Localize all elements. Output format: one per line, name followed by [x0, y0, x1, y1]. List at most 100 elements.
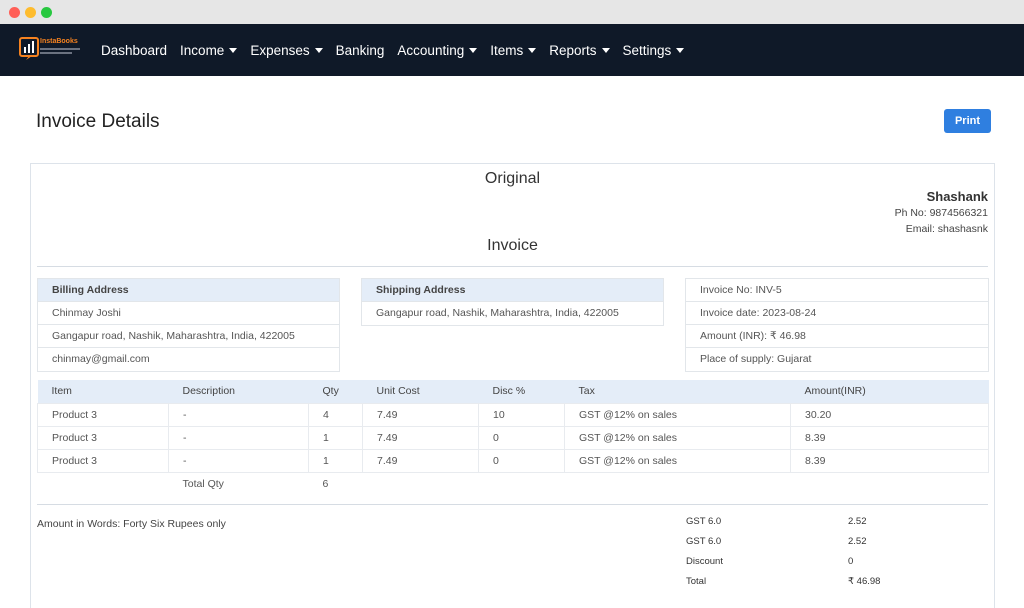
cell-discount: 0: [478, 448, 565, 473]
nav-item-income[interactable]: Income: [180, 42, 238, 58]
amount-in-words: Amount in Words: Forty Six Rupees only: [37, 518, 226, 530]
billing-address: Gangapur road, Nashik, Maharashtra, Indi…: [38, 325, 339, 348]
summary-label: GST 6.0: [686, 536, 722, 547]
cell-tax: GST @12% on sales: [564, 425, 791, 450]
total-qty-row: Total Qty 6: [38, 472, 989, 495]
nav-item-dashboard[interactable]: Dashboard: [101, 43, 167, 58]
divider: [37, 504, 988, 505]
cell-item: Product 3: [37, 425, 169, 450]
nav-item-accounting[interactable]: Accounting: [397, 42, 478, 58]
invoice-amount: Amount (INR): ₹ 46.98: [686, 325, 988, 348]
summary-label: Discount: [686, 556, 723, 567]
place-of-supply: Place of supply: Gujarat: [700, 353, 812, 365]
table-row: Product 3 - 1 7.49 0 GST @12% on sales 8…: [37, 425, 989, 450]
cell-description: -: [168, 402, 309, 427]
caret-down-icon: [676, 47, 685, 53]
print-button[interactable]: Print: [944, 109, 991, 133]
invoice-items-table: Item Description Qty Unit Cost Disc % Ta…: [37, 380, 989, 495]
summary-row-discount: Discount 0: [686, 556, 986, 576]
billing-email: chinmay@gmail.com: [52, 353, 150, 365]
logo-tagline-line2: [40, 52, 72, 54]
nav-item-label: Reports: [549, 42, 597, 58]
cell-unit-cost: 7.49: [362, 402, 479, 427]
shipping-address: Gangapur road, Nashik, Maharashtra, Indi…: [376, 307, 619, 319]
table-row: Product 3 - 4 7.49 10 GST @12% on sales …: [37, 402, 989, 427]
caret-down-icon: [314, 47, 323, 53]
billing-address-box: Billing Address Chinmay Joshi Gangapur r…: [37, 278, 340, 372]
column-header-tax: Tax: [564, 380, 791, 403]
cell-qty: 1: [308, 448, 363, 473]
divider: [37, 266, 988, 267]
shipping-address-heading: Shipping Address: [362, 279, 663, 302]
shipping-address-box: Shipping Address Gangapur road, Nashik, …: [361, 278, 664, 326]
company-email: Email: shashasnk: [905, 223, 988, 235]
column-header-item: Item: [37, 380, 169, 403]
summary-value: ₹ 46.98: [848, 576, 881, 587]
caret-down-icon: [528, 47, 537, 53]
invoice-date: Invoice date: 2023-08-24: [686, 302, 988, 325]
minimize-window-icon[interactable]: [25, 7, 36, 18]
caret-down-icon: [229, 47, 238, 53]
summary-row-gst-1: GST 6.0 2.52: [686, 516, 986, 536]
nav-item-expenses[interactable]: Expenses: [250, 42, 323, 58]
cell-amount: 8.39: [790, 448, 989, 473]
summary-label: Total: [686, 576, 707, 587]
close-window-icon[interactable]: [9, 7, 20, 18]
invoice-title: Invoice: [487, 237, 538, 254]
invoice-meta-box: Invoice No: INV-5 Invoice date: 2023-08-…: [685, 278, 989, 372]
summary-value: 2.52: [848, 536, 867, 547]
cell-item: Product 3: [37, 402, 169, 427]
invoice-card: Original Shashank Ph No: 9874566321 Emai…: [30, 163, 995, 608]
cell-discount: 10: [478, 402, 565, 427]
nav-item-banking[interactable]: Banking: [336, 43, 385, 58]
cell-amount: 30.20: [790, 402, 989, 427]
nav-menu: Dashboard Income Expenses Banking Accoun…: [101, 24, 697, 76]
billing-name: Chinmay Joshi: [38, 302, 339, 325]
cell-unit-cost: 7.49: [362, 448, 479, 473]
total-qty-label: Total Qty: [182, 477, 224, 490]
logo-chart-icon: [19, 37, 39, 60]
maximize-window-icon[interactable]: [41, 7, 52, 18]
summary-value: 2.52: [848, 516, 867, 527]
billing-address-heading: Billing Address: [38, 279, 339, 302]
cell-tax: GST @12% on sales: [564, 448, 791, 473]
nav-item-label: Banking: [335, 42, 385, 58]
copy-label: Original: [484, 170, 541, 187]
nav-item-label: Expenses: [250, 42, 310, 58]
table-row: Product 3 - 1 7.49 0 GST @12% on sales 8…: [37, 448, 989, 473]
cell-qty: 1: [308, 425, 363, 450]
nav-item-label: Income: [180, 42, 225, 58]
nav-item-settings[interactable]: Settings: [623, 43, 685, 58]
cell-discount: 0: [478, 425, 565, 450]
company-name: Shashank: [926, 189, 988, 204]
cell-qty: 4: [308, 402, 363, 427]
column-header-qty: Qty: [308, 380, 363, 403]
logo-tagline: [40, 48, 80, 50]
nav-item-items[interactable]: Items: [490, 42, 537, 58]
caret-down-icon: [469, 47, 478, 53]
nav-item-label: Dashboard: [101, 42, 168, 58]
cell-description: -: [168, 425, 309, 450]
column-header-discount: Disc %: [478, 380, 565, 403]
invoice-number: Invoice No: INV-5: [686, 279, 988, 302]
summary-value: 0: [848, 556, 854, 567]
summary-row-gst-2: GST 6.0 2.52: [686, 536, 986, 556]
caret-down-icon: [601, 47, 610, 53]
nav-item-reports[interactable]: Reports: [549, 42, 610, 58]
total-qty-value: 6: [322, 477, 329, 490]
app-logo[interactable]: InstaBooks: [19, 34, 83, 66]
column-header-description: Description: [168, 380, 309, 403]
cell-item: Product 3: [37, 448, 169, 473]
cell-description: -: [168, 448, 309, 473]
cell-tax: GST @12% on sales: [564, 402, 791, 427]
nav-item-label: Items: [490, 42, 524, 58]
cell-unit-cost: 7.49: [362, 425, 479, 450]
table-header-row: Item Description Qty Unit Cost Disc % Ta…: [37, 380, 989, 403]
logo-wordmark: InstaBooks: [40, 38, 78, 45]
top-navbar: InstaBooks Dashboard Income Expenses Ban…: [0, 24, 1024, 76]
summary-label: GST 6.0: [686, 516, 722, 527]
nav-item-label: Accounting: [397, 42, 465, 58]
column-header-unit-cost: Unit Cost: [362, 380, 479, 403]
page-title: Invoice Details: [36, 111, 160, 132]
nav-item-label: Settings: [622, 42, 672, 58]
